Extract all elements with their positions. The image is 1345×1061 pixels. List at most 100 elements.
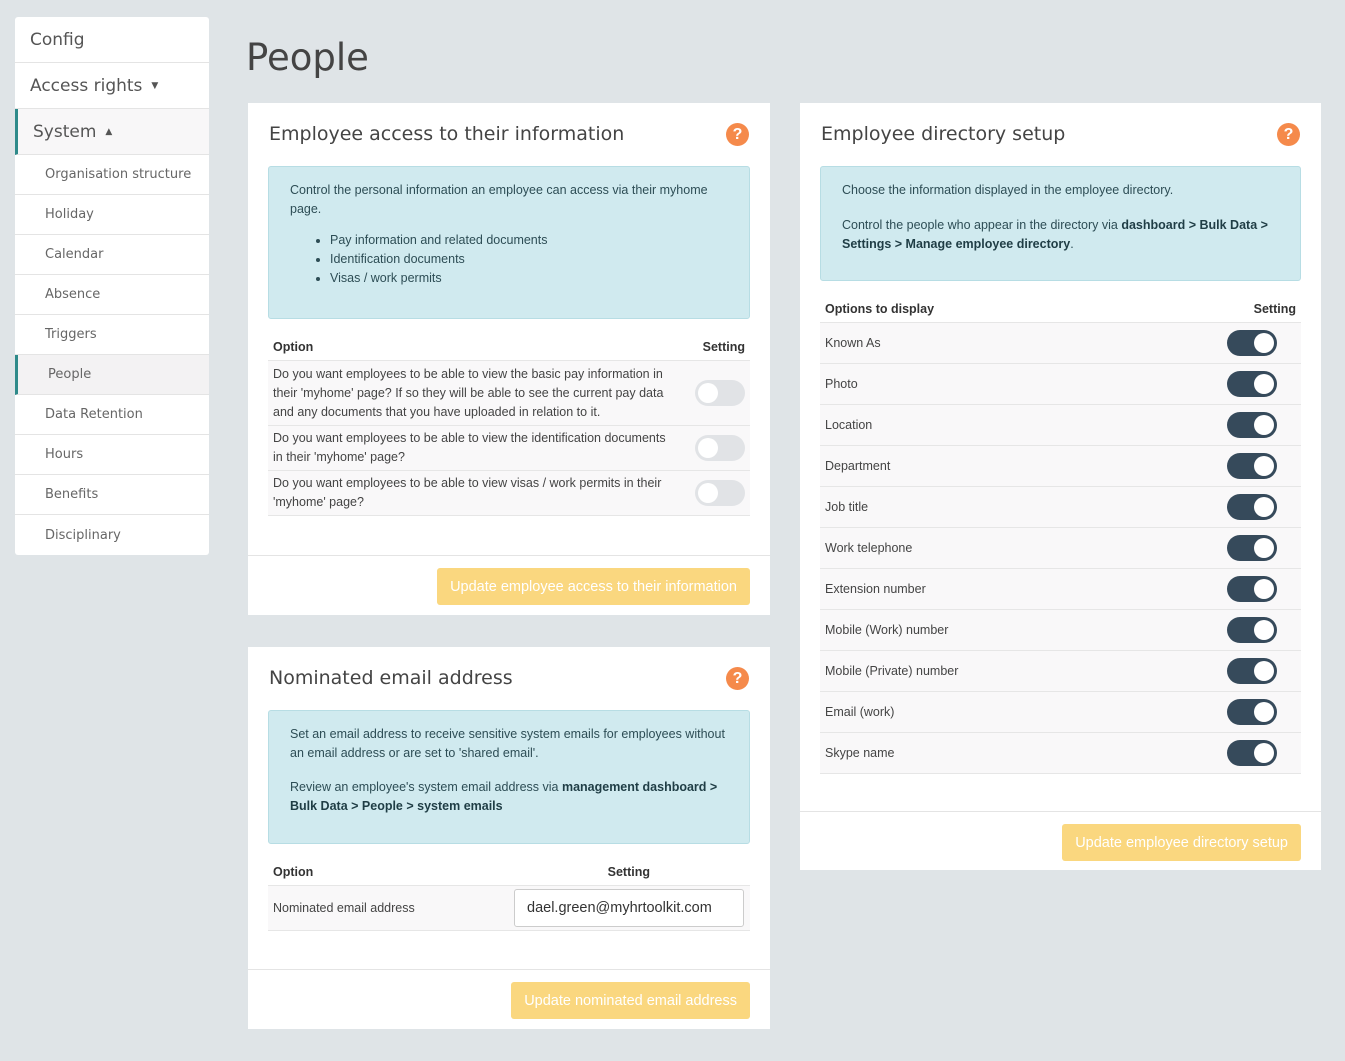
help-icon[interactable]: ? (726, 123, 749, 146)
info-bullet: Pay information and related documents (330, 231, 728, 250)
update-email-button[interactable]: Update nominated email address (511, 982, 750, 1019)
email-input[interactable] (514, 889, 744, 927)
setting-toggle[interactable] (1227, 699, 1277, 725)
sidebar-item-benefits[interactable]: Benefits (15, 475, 209, 515)
table-row: Do you want employees to be able to view… (268, 426, 750, 471)
table-row: Job title (820, 487, 1301, 528)
help-icon[interactable]: ? (726, 667, 749, 690)
toggle-knob (698, 383, 718, 403)
option-label: Mobile (Private) number (825, 663, 959, 678)
toggle-knob (698, 483, 718, 503)
setting-toggle[interactable] (1227, 617, 1277, 643)
setting-toggle[interactable] (1227, 576, 1277, 602)
info-text: Control the personal information an empl… (290, 183, 708, 216)
toggle-knob (1254, 579, 1274, 599)
sidebar-item-disciplinary[interactable]: Disciplinary (15, 515, 209, 555)
option-label: Skype name (825, 745, 895, 760)
info-box: Set an email address to receive sensitiv… (268, 710, 750, 844)
toggle-knob (1254, 374, 1274, 394)
card-footer (248, 969, 770, 970)
option-label: Email (work) (825, 704, 895, 719)
help-icon[interactable]: ? (1277, 123, 1300, 146)
setting-toggle[interactable] (1227, 658, 1277, 684)
sidebar-item-config[interactable]: Config (15, 17, 209, 63)
col-option: Option (273, 340, 314, 354)
sidebar-label: Holiday (45, 207, 94, 222)
info-text: Set an email address to receive sensitiv… (290, 727, 725, 760)
sidebar-item-calendar[interactable]: Calendar (15, 235, 209, 275)
info-bullet: Identification documents (330, 250, 728, 269)
sidebar-label: Absence (45, 287, 101, 302)
table-header: Option Setting (268, 340, 750, 361)
directory-table: Options to display Setting Known As Photo L… (820, 302, 1301, 774)
toggle-knob (1254, 415, 1274, 435)
toggle-knob (1254, 743, 1274, 763)
card-title: Nominated email address (269, 667, 513, 689)
sidebar-label: Config (30, 29, 85, 50)
setting-toggle[interactable] (695, 380, 745, 406)
setting-toggle[interactable] (1227, 412, 1277, 438)
info-text: Control the people who appear in the dir… (842, 216, 1279, 254)
table-row: Extension number (820, 569, 1301, 610)
card-footer (248, 555, 770, 556)
info-text: Review an employee's system email addres… (290, 778, 728, 816)
setting-toggle[interactable] (695, 480, 745, 506)
info-text: Choose the information displayed in the … (842, 183, 1174, 197)
sidebar-label: Calendar (45, 247, 104, 262)
sidebar-item-data-retention[interactable]: Data Retention (15, 395, 209, 435)
option-label: Mobile (Work) number (825, 622, 949, 637)
setting-toggle[interactable] (1227, 330, 1277, 356)
table-row: Do you want employees to be able to view… (268, 471, 750, 516)
sidebar-label: Triggers (45, 327, 97, 342)
setting-toggle[interactable] (1227, 535, 1277, 561)
table-row: Nominated email address (268, 886, 750, 931)
option-label: Department (825, 458, 891, 473)
table-row: Location (820, 405, 1301, 446)
row-label: Nominated email address (273, 900, 415, 915)
info-text-post: . (1070, 237, 1074, 251)
sidebar-item-absence[interactable]: Absence (15, 275, 209, 315)
setting-toggle[interactable] (695, 435, 745, 461)
setting-toggle[interactable] (1227, 453, 1277, 479)
update-access-button[interactable]: Update employee access to their informat… (437, 568, 750, 605)
setting-toggle[interactable] (1227, 494, 1277, 520)
sidebar-label: Hours (45, 447, 84, 462)
sidebar-label: People (48, 367, 92, 382)
option-label: Location (825, 417, 873, 432)
sidebar: Config Access rights ▼ System ▲ Organisati… (15, 17, 209, 555)
sidebar-item-system[interactable]: System ▲ (15, 109, 209, 155)
toggle-knob (1254, 538, 1274, 558)
page-title: People (246, 36, 369, 79)
sidebar-item-organisation-structure[interactable]: Organisation structure (15, 155, 209, 195)
sidebar-label: Disciplinary (45, 527, 121, 543)
col-setting: Setting (702, 340, 745, 354)
nominated-email-card: Nominated email address ? Set an email a… (248, 647, 770, 1029)
info-box: Control the personal information an empl… (268, 166, 750, 319)
update-directory-button[interactable]: Update employee directory setup (1062, 824, 1301, 861)
email-table: Option Setting Nominated email address (268, 865, 750, 931)
setting-toggle[interactable] (1227, 740, 1277, 766)
info-bullet: Visas / work permits (330, 269, 728, 288)
toggle-knob (1254, 333, 1274, 353)
setting-toggle[interactable] (1227, 371, 1277, 397)
sidebar-label: System (33, 121, 97, 142)
table-row: Email (work) (820, 692, 1301, 733)
sidebar-label: Organisation structure (45, 167, 192, 182)
toggle-knob (1254, 661, 1274, 681)
card-title: Employee access to their information (269, 123, 625, 145)
employee-directory-card: Employee directory setup ? Choose the in… (800, 103, 1321, 870)
sidebar-item-hours[interactable]: Hours (15, 435, 209, 475)
info-text-pre: Control the people who appear in the dir… (842, 218, 1122, 232)
caret-down-icon: ▼ (151, 80, 159, 91)
sidebar-item-access-rights[interactable]: Access rights ▼ (15, 63, 209, 109)
sidebar-item-triggers[interactable]: Triggers (15, 315, 209, 355)
info-box: Choose the information displayed in the … (820, 166, 1301, 281)
option-label: Work telephone (825, 540, 913, 555)
option-label: Photo (825, 376, 858, 391)
table-row: Do you want employees to be able to view… (268, 361, 750, 426)
sidebar-item-holiday[interactable]: Holiday (15, 195, 209, 235)
col-option: Options to display (825, 302, 935, 316)
table-row: Skype name (820, 733, 1301, 774)
sidebar-item-people[interactable]: People (15, 355, 209, 395)
info-text-pre: Review an employee's system email addres… (290, 780, 562, 794)
